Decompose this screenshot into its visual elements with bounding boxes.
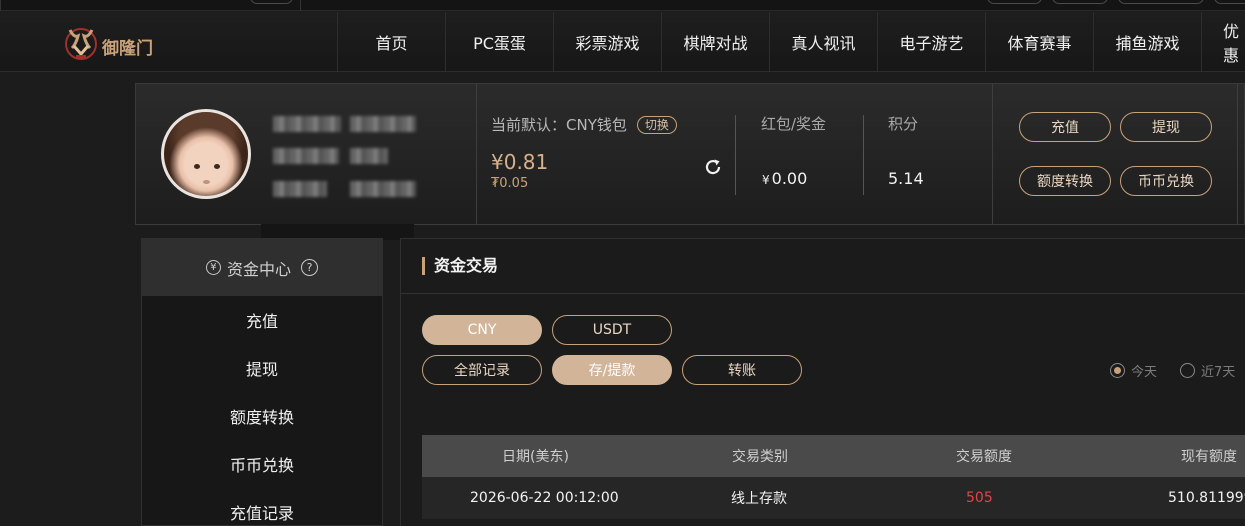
bonus-label: 红包/奖金 bbox=[761, 115, 827, 133]
avatar bbox=[161, 109, 251, 199]
top-pill-button[interactable] bbox=[1118, 0, 1204, 4]
nav-item-sports[interactable]: 体育赛事 bbox=[985, 12, 1093, 72]
nav-item-home[interactable]: 首页 bbox=[337, 12, 445, 72]
range-today[interactable]: 今天 bbox=[1110, 361, 1157, 380]
header-type: 交易类别 bbox=[732, 449, 788, 465]
range-7days[interactable]: 近7天 bbox=[1180, 361, 1235, 380]
avatar-eye bbox=[194, 164, 200, 169]
table-row[interactable]: 2026-06-22 00:12:00 线上存款 505 510.811999 bbox=[422, 477, 1245, 519]
blurred-info bbox=[273, 181, 327, 197]
logo-text: 御隆门 bbox=[102, 39, 153, 59]
blurred-info bbox=[350, 181, 416, 197]
wallet-section: 当前默认：CNY钱包 切换 ¥0.81 ₮0.05 bbox=[491, 114, 677, 191]
transfer-button[interactable]: 额度转换 bbox=[1019, 166, 1111, 196]
avatar-eye bbox=[214, 164, 220, 169]
profile-card: 当前默认：CNY钱包 切换 ¥0.81 ₮0.05 红包/奖金 ¥0.00 积分… bbox=[135, 83, 1245, 225]
cell-type: 线上存款 bbox=[731, 491, 787, 507]
radio-selected-icon[interactable] bbox=[1110, 363, 1125, 378]
nav-item-fishing[interactable]: 捕鱼游戏 bbox=[1093, 12, 1201, 72]
quick-actions: 充值 提现 额度转换 币币兑换 bbox=[992, 84, 1245, 224]
user-info-block bbox=[136, 84, 477, 224]
wallet-balance-usdt: ₮0.05 bbox=[491, 176, 529, 191]
sidebar-title: 资金中心 bbox=[226, 259, 291, 279]
points-value: 5.14 bbox=[888, 169, 924, 188]
current-wallet-label: 当前默认：CNY钱包 bbox=[491, 116, 627, 134]
nav-item-slots[interactable]: 电子游艺 bbox=[877, 12, 985, 72]
wallet-balance: ¥0.81 bbox=[491, 150, 549, 174]
table-header: 日期(美东) 交易类别 交易额度 现有额度 bbox=[422, 435, 1245, 477]
nav-item-pc-egg[interactable]: PC蛋蛋 bbox=[445, 12, 553, 72]
header-amount: 交易额度 bbox=[956, 449, 1012, 465]
divider bbox=[735, 115, 736, 195]
yen-coin-icon: ¥ bbox=[205, 260, 221, 275]
sidebar-item-deposit[interactable]: 充值 bbox=[142, 296, 382, 344]
bonus-amount: 0.00 bbox=[771, 169, 808, 188]
blurred-username bbox=[273, 116, 341, 132]
tab-transfer[interactable]: 转账 bbox=[682, 355, 802, 385]
nav-menu: 首页 PC蛋蛋 彩票游戏 棋牌对战 真人视讯 电子游艺 体育赛事 捕鱼游戏 优惠 bbox=[337, 12, 1245, 72]
main-navbar: 御隆门 首页 PC蛋蛋 彩票游戏 棋牌对战 真人视讯 电子游艺 体育赛事 捕鱼游… bbox=[0, 12, 1245, 72]
divider bbox=[0, 0, 1, 11]
top-utility-strip bbox=[0, 0, 1245, 11]
sidebar-item-deposit-history[interactable]: 充值记录 bbox=[142, 488, 382, 526]
switch-wallet-button[interactable]: 切换 bbox=[636, 115, 677, 134]
site-logo[interactable]: 御隆门 bbox=[62, 22, 162, 64]
top-pill-button[interactable] bbox=[1052, 0, 1108, 4]
header-date: 日期(美东) bbox=[502, 449, 569, 465]
avatar-mouth bbox=[203, 180, 210, 184]
divider bbox=[300, 0, 301, 11]
transactions-panel: 资金交易 CNY USDT 全部记录 存/提款 转账 今天 近7天 日期(美东)… bbox=[400, 238, 1245, 526]
points-label: 积分 bbox=[888, 115, 919, 133]
tab-deposit-withdraw[interactable]: 存/提款 bbox=[552, 355, 672, 385]
withdraw-button[interactable]: 提现 bbox=[1120, 112, 1212, 142]
sidebar-item-exchange[interactable]: 币币兑换 bbox=[142, 440, 382, 488]
blurred-info bbox=[273, 148, 339, 164]
logo-emblem-icon bbox=[65, 28, 97, 60]
blurred-username bbox=[350, 116, 416, 132]
sidebar-header: ¥ 资金中心 ? bbox=[142, 239, 382, 296]
range-7days-label: 近7天 bbox=[1201, 365, 1236, 380]
cell-date: 2026-06-22 00:12:00 bbox=[470, 490, 619, 506]
refresh-icon[interactable] bbox=[702, 156, 724, 178]
nav-item-promotions[interactable]: 优惠 bbox=[1201, 12, 1245, 72]
blurred-info bbox=[350, 148, 388, 164]
currency-exchange-button[interactable]: 币币兑换 bbox=[1120, 166, 1212, 196]
cell-amount: 505 bbox=[966, 490, 993, 506]
funds-sidebar: ¥ 资金中心 ? 充值 提现 额度转换 币币兑换 充值记录 bbox=[141, 238, 383, 526]
cell-balance: 510.811999 bbox=[1168, 490, 1245, 506]
help-icon[interactable]: ? bbox=[301, 259, 318, 276]
bonus-currency: ¥ bbox=[762, 173, 770, 187]
top-pill-button[interactable] bbox=[1214, 0, 1245, 4]
top-pill-button[interactable] bbox=[250, 0, 293, 4]
bonus-value: ¥0.00 bbox=[762, 169, 807, 188]
page-title: 资金交易 bbox=[422, 257, 498, 275]
divider bbox=[863, 115, 864, 195]
deposit-button[interactable]: 充值 bbox=[1019, 112, 1111, 142]
radio-icon[interactable] bbox=[1180, 363, 1195, 378]
divider bbox=[1237, 84, 1238, 224]
sidebar-item-withdraw[interactable]: 提现 bbox=[142, 344, 382, 392]
nav-item-live-video[interactable]: 真人视讯 bbox=[769, 12, 877, 72]
nav-item-chess[interactable]: 棋牌对战 bbox=[661, 12, 769, 72]
tab-usdt[interactable]: USDT bbox=[552, 315, 672, 345]
sidebar-item-transfer[interactable]: 额度转换 bbox=[142, 392, 382, 440]
tab-cny[interactable]: CNY bbox=[422, 315, 542, 345]
range-today-label: 今天 bbox=[1131, 365, 1158, 380]
wallet-label-row: 当前默认：CNY钱包 切换 bbox=[491, 114, 677, 135]
top-pill-button[interactable] bbox=[987, 0, 1042, 4]
panel-header: 资金交易 bbox=[401, 239, 1245, 294]
nav-item-lottery[interactable]: 彩票游戏 bbox=[553, 12, 661, 72]
tab-all-records[interactable]: 全部记录 bbox=[422, 355, 542, 385]
header-balance: 现有额度 bbox=[1181, 449, 1237, 465]
